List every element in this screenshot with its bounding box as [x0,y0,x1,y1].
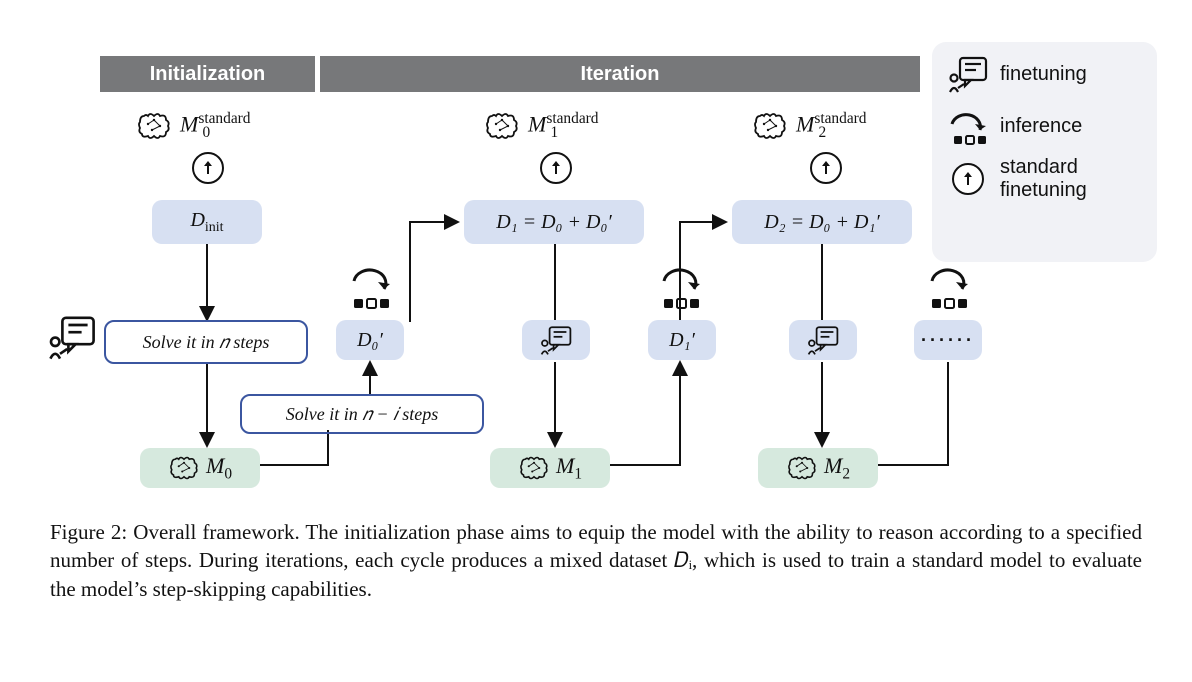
model-m0: M0 [140,448,260,488]
chat-steer-icon [48,313,96,361]
inference-icon-2 [656,265,704,316]
chat-steer-icon [806,324,840,356]
finetune-box-1 [522,320,590,360]
chat-steer-icon [539,324,573,356]
model-m1: M1 [490,448,610,488]
finetune-box-2 [789,320,857,360]
finetuning-icon-left [48,313,96,366]
prompt-solve-n: Solve it in 𝑛 steps [104,320,308,364]
inference-icon-1 [346,265,394,316]
figure-caption: Figure 2: Overall framework. The initial… [50,518,1142,603]
model-m2: M2 [758,448,878,488]
prompt-solve-n-minus-i: Solve it in 𝑛 − 𝑖 steps [240,394,484,434]
ellipsis-box: ······ [914,320,982,360]
diagram-canvas: Initialization Iteration finetuning [0,0,1192,682]
brain-icon [518,454,550,482]
dataset-d0-prime: D₀′ [336,320,404,360]
brain-icon [168,454,200,482]
brain-icon [786,454,818,482]
inference-icon-3 [924,265,972,316]
dataset-d1-prime: D₁′ [648,320,716,360]
